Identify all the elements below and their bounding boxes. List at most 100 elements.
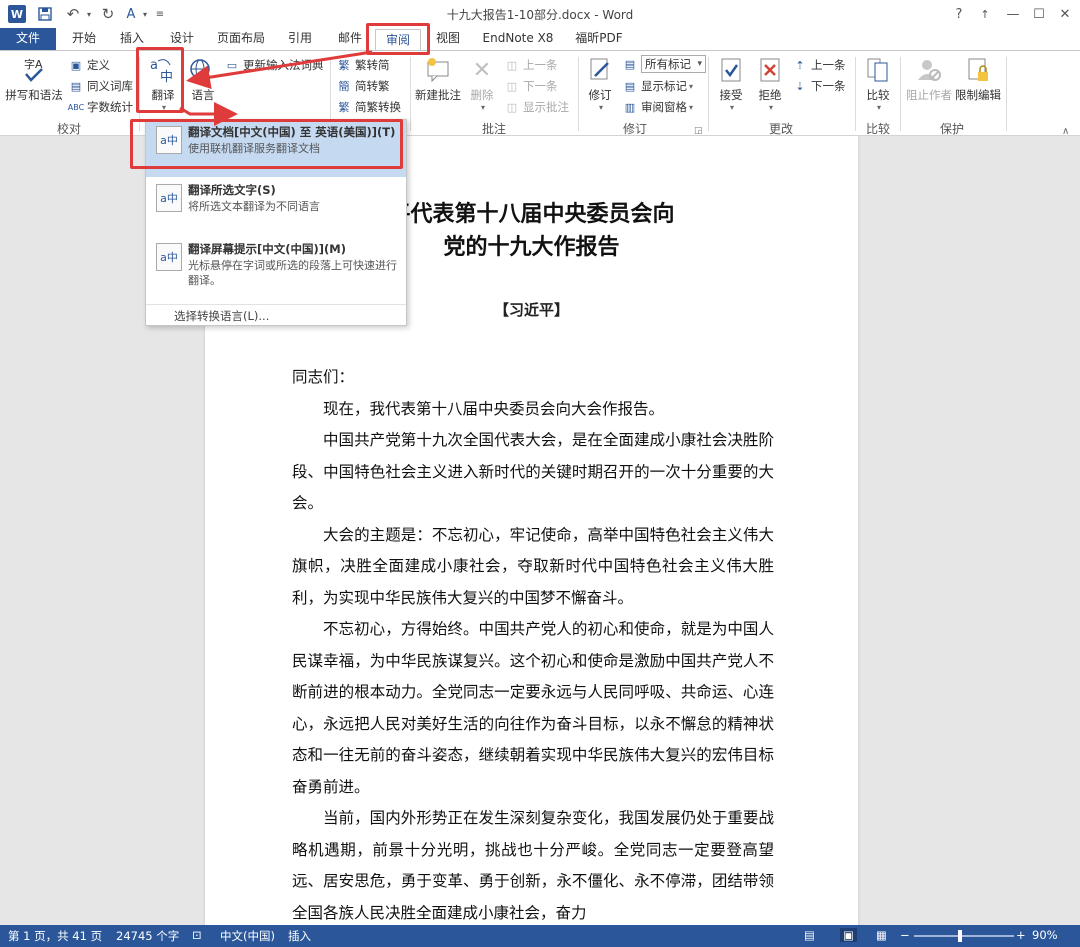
group-separator: [578, 57, 579, 131]
paragraph: 中国共产党第十九次全国代表大会，是在全面建成小康社会决胜阶段、中国特色社会主义进…: [292, 431, 774, 512]
tab-layout[interactable]: 页面布局: [212, 28, 270, 50]
page-count[interactable]: 第 1 页，共 41 页: [8, 928, 102, 944]
group-label-protect: 保护: [939, 122, 964, 136]
ribbon-display-icon[interactable]: ↑: [974, 3, 996, 25]
zoom-slider[interactable]: [914, 930, 1014, 942]
tab-references[interactable]: 引用: [280, 28, 320, 50]
to-traditional-button[interactable]: 簡简转繁: [336, 76, 390, 96]
block-authors-label: 阻止作者: [906, 88, 952, 102]
word-count-button[interactable]: ABC 字数统计: [68, 97, 133, 117]
tab-view[interactable]: 视图: [428, 28, 468, 50]
update-ime-button[interactable]: ▭ 更新输入法词典: [224, 55, 324, 75]
to-simplified-button[interactable]: 繁繁转简: [336, 55, 390, 75]
paragraph: 现在，我代表第十八届中央委员会向大会作报告。: [323, 399, 665, 418]
translate-document-icon: a中: [156, 126, 182, 154]
delete-comment-button[interactable]: ✕ 删除 ▾: [466, 55, 498, 113]
accept-icon: [716, 55, 746, 85]
proofing-status-icon[interactable]: ⊡: [192, 928, 202, 942]
group-separator: [410, 57, 411, 131]
accept-dropdown-icon: ▾: [729, 103, 734, 112]
tab-review[interactable]: 审阅: [375, 29, 421, 51]
zoom-out-icon[interactable]: −: [900, 928, 910, 942]
language-label: 语言: [191, 88, 215, 102]
markup-select-value: 所有标记: [641, 55, 706, 73]
mini-translator-desc: 光标悬停在字词或所选的段落上可快速进行翻译。: [188, 259, 397, 287]
define-button[interactable]: ▣ 定义: [68, 55, 110, 75]
close-icon[interactable]: ✕: [1054, 3, 1076, 25]
zoom-level[interactable]: 90%: [1032, 928, 1058, 942]
zoom-in-icon[interactable]: +: [1016, 928, 1026, 942]
markup-select[interactable]: ▤ 所有标记: [622, 54, 706, 74]
compare-button[interactable]: 比较 ▾: [860, 55, 896, 112]
show-comments-icon: ◫: [506, 100, 518, 114]
read-mode-icon[interactable]: ▤: [804, 928, 815, 942]
reviewing-pane-button[interactable]: ▥ 审阅窗格 ▾: [622, 97, 693, 117]
track-changes-button[interactable]: 修订 ▾: [582, 55, 618, 112]
print-layout-icon[interactable]: ▣: [840, 928, 857, 942]
block-authors-button[interactable]: 阻止作者: [904, 55, 954, 103]
reject-icon: [755, 55, 785, 85]
convert-chinese-button[interactable]: 繁简繁转换: [336, 97, 402, 117]
paragraph: 不忘初心，方得始终。中国共产党人的初心和使命，就是为中国人民谋幸福，为中华民族谋…: [292, 620, 774, 796]
translate-document-title: 翻译文档[中文(中国) 至 英语(美国)](T): [188, 125, 396, 139]
to-simplified-icon: 繁: [338, 59, 350, 72]
tab-design[interactable]: 设计: [162, 28, 202, 50]
group-label-changes: 更改: [768, 122, 793, 136]
language-button[interactable]: 语言: [186, 55, 220, 103]
prev-comment-label: 上一条: [523, 58, 558, 72]
accept-button[interactable]: 接受 ▾: [712, 55, 750, 112]
thesaurus-button[interactable]: ▤ 同义词库: [68, 76, 133, 96]
insert-mode[interactable]: 插入: [288, 928, 311, 944]
new-comment-button[interactable]: 新建批注: [412, 55, 464, 103]
prev-comment-icon: ◫: [506, 58, 518, 72]
translate-button[interactable]: a中 翻译 ▾: [142, 55, 184, 112]
paragraph: 当前，国内外形势正在发生深刻复杂变化，我国发展仍处于重要战略机遇期，前景十分光明…: [292, 809, 774, 922]
show-comments-label: 显示批注: [523, 100, 569, 114]
menu-item-choose-language[interactable]: 选择转换语言(L)...: [146, 304, 406, 326]
translate-selection-icon: a中: [156, 184, 182, 212]
show-comments-button[interactable]: ◫ 显示批注: [504, 97, 569, 117]
tab-mailings[interactable]: 邮件: [330, 28, 370, 50]
group-label-tracking: 修订: [622, 122, 647, 136]
delete-comment-label: 删除: [470, 88, 494, 102]
update-ime-label: 更新输入法词典: [243, 58, 324, 72]
menu-item-translate-document[interactable]: a中 翻译文档[中文(中国) 至 英语(美国)](T) 使用联机翻译服务翻译文档: [146, 120, 406, 177]
tab-home[interactable]: 开始: [64, 28, 104, 50]
convert-chinese-icon: 繁: [338, 101, 350, 114]
maximize-icon[interactable]: ☐: [1028, 3, 1050, 25]
status-bar: 第 1 页，共 41 页 24745 个字 ⊡ 中文(中国) 插入 ▤ ▣ ▦ …: [0, 925, 1080, 947]
next-comment-button[interactable]: ◫ 下一条: [504, 76, 558, 96]
spelling-grammar-button[interactable]: 字A 拼写和语法: [4, 55, 64, 103]
delete-dropdown-icon: ▾: [480, 103, 485, 112]
translate-label: 翻译: [151, 88, 175, 102]
block-authors-icon: [914, 55, 944, 85]
restrict-editing-button[interactable]: 限制编辑: [954, 55, 1002, 103]
tab-foxit-pdf[interactable]: 福昕PDF: [566, 28, 632, 50]
svg-text:a: a: [150, 58, 158, 73]
zoom-slider-thumb[interactable]: [958, 930, 962, 942]
minimize-icon[interactable]: —: [1002, 3, 1024, 25]
track-dropdown-icon: ▾: [598, 103, 603, 112]
tab-file[interactable]: 文件: [0, 28, 56, 50]
show-markup-button[interactable]: ▤ 显示标记 ▾: [622, 76, 693, 96]
web-layout-icon[interactable]: ▦: [876, 928, 887, 942]
to-traditional-icon: 簡: [338, 80, 350, 93]
prev-change-button[interactable]: ⇡ 上一条: [792, 55, 845, 75]
next-change-button[interactable]: ⇣ 下一条: [792, 76, 845, 96]
choose-language-label: 选择转换语言(L)...: [174, 309, 270, 323]
group-separator: [139, 57, 140, 131]
translate-dropdown-icon: ▾: [161, 103, 166, 112]
document-body[interactable]: 同志们： 现在，我代表第十八届中央委员会向大会作报告。 中国共产党第十九次全国代…: [292, 362, 774, 925]
help-icon[interactable]: ?: [948, 3, 970, 25]
menu-item-translate-selection[interactable]: a中 翻译所选文字(S) 将所选文本翻译为不同语言: [146, 178, 406, 230]
convert-chinese-label: 简繁转换: [355, 100, 401, 114]
prev-comment-button[interactable]: ◫ 上一条: [504, 55, 558, 75]
tab-endnote[interactable]: EndNote X8: [478, 28, 558, 50]
menu-item-mini-translator[interactable]: a中 翻译屏幕提示[中文(中国)](M) 光标悬停在字词或所选的段落上可快速进行…: [146, 237, 406, 307]
window-title: 十九大报告1-10部分.docx - Word: [446, 8, 634, 22]
language-status[interactable]: 中文(中国): [220, 928, 275, 944]
word-count[interactable]: 24745 个字: [116, 928, 179, 944]
next-change-icon: ⇣: [795, 79, 805, 93]
tab-insert[interactable]: 插入: [112, 28, 152, 50]
reject-button[interactable]: 拒绝 ▾: [752, 55, 788, 112]
